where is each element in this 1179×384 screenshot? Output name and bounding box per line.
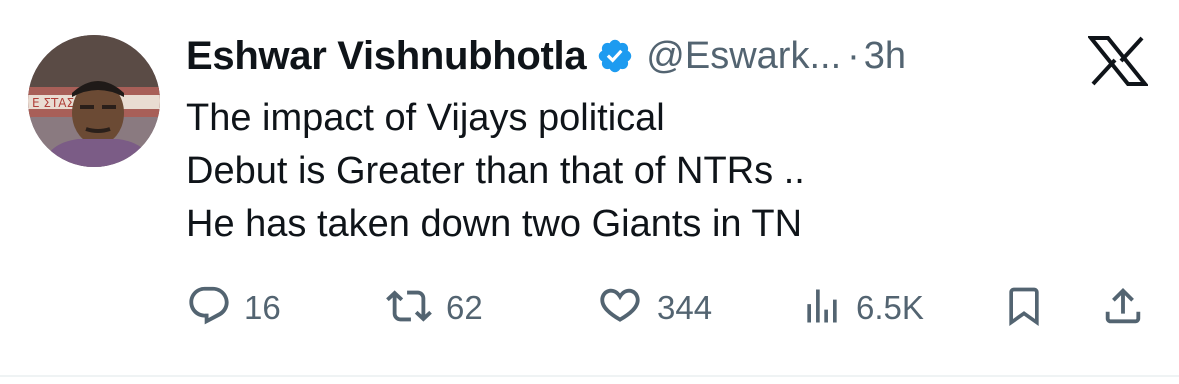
share-button[interactable]	[1100, 280, 1146, 336]
divider	[0, 375, 1179, 377]
avatar[interactable]: E ΣΤΑΣΗ	[28, 35, 160, 167]
repost-count: 62	[446, 289, 483, 326]
bookmark-icon	[1002, 283, 1046, 334]
action-bar: 16 62 344 6.5K	[0, 280, 1179, 336]
x-logo-icon[interactable]	[1086, 36, 1150, 86]
reply-icon	[186, 283, 232, 334]
timestamp[interactable]: 3h	[864, 35, 906, 78]
tweet-text-line: Debut is Greater than that of NTRs ..	[186, 150, 805, 192]
tweet-text-line: He has taken down two Giants in TN	[186, 203, 803, 245]
reply-button[interactable]: 16	[186, 280, 281, 336]
views-button[interactable]: 6.5K	[800, 280, 924, 336]
tweet-header: Eshwar Vishnubhotla @Eswark... · 3h	[186, 30, 906, 82]
tweet-text: The impact of Vijays political Debut is …	[186, 92, 805, 251]
repost-button[interactable]: 62	[384, 280, 483, 336]
views-count: 6.5K	[856, 289, 924, 326]
tweet-text-line: The impact of Vijays political	[186, 97, 665, 139]
avatar-image: E ΣΤΑΣΗ	[28, 35, 160, 167]
display-name[interactable]: Eshwar Vishnubhotla	[186, 34, 587, 79]
reply-count: 16	[244, 289, 281, 326]
repost-icon	[384, 283, 434, 334]
user-handle[interactable]: @Eswark...	[646, 35, 841, 78]
heart-icon	[595, 283, 645, 334]
bookmark-button[interactable]	[1002, 280, 1046, 336]
separator-dot: ·	[847, 34, 860, 77]
like-count: 344	[657, 289, 713, 326]
like-button[interactable]: 344	[595, 280, 712, 336]
share-icon	[1100, 283, 1146, 334]
verified-badge-icon	[596, 37, 634, 75]
views-icon	[800, 283, 844, 334]
tweet-card[interactable]: E ΣΤΑΣΗ Eshwar Vishnubhotla @Eswark... ·…	[0, 0, 1179, 384]
